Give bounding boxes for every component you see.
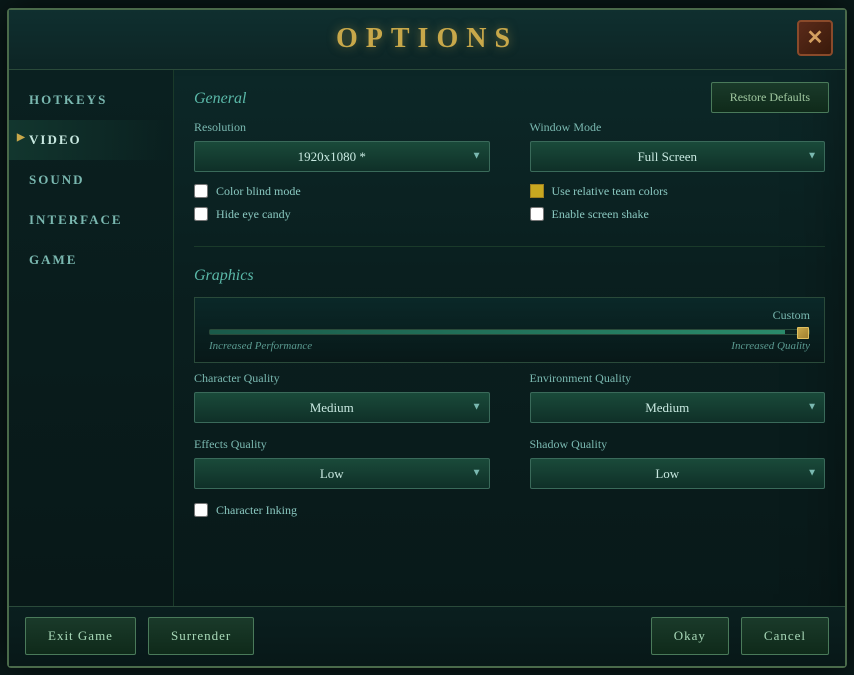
window-mode-select[interactable]: Full Screen: [530, 141, 826, 172]
exit-game-button[interactable]: Exit Game: [25, 617, 136, 655]
shadow-quality-wrap: Low ▼: [530, 458, 826, 489]
relative-team-label: Use relative team colors: [552, 184, 668, 199]
quality-ends-row: Increased Performance Increased Quality: [209, 340, 810, 352]
right-checkboxes: Use relative team colors Enable screen s…: [530, 184, 826, 230]
sidebar-item-sound[interactable]: SOUND: [9, 160, 173, 200]
quality-end-label: Increased Quality: [731, 340, 810, 352]
effects-quality-select[interactable]: Low: [194, 458, 490, 489]
title-bar: OPTIONS ✕: [9, 10, 845, 70]
shadow-quality-select[interactable]: Low: [530, 458, 826, 489]
color-blind-row: Color blind mode: [194, 184, 490, 199]
env-quality-wrap: Medium ▼: [530, 392, 826, 423]
left-checkboxes: Color blind mode Hide eye candy: [194, 184, 490, 230]
quality-slider-thumb[interactable]: [797, 327, 809, 339]
char-quality-select[interactable]: Medium: [194, 392, 490, 423]
quality-slider-track[interactable]: [209, 329, 810, 335]
screen-shake-label[interactable]: Enable screen shake: [552, 207, 649, 222]
resolution-select[interactable]: 1920x1080 *: [194, 141, 490, 172]
modal-body: HOTKEYS VIDEO SOUND INTERFACE GAME Resto…: [9, 70, 845, 606]
window-mode-label: Window Mode: [530, 120, 826, 135]
surrender-button[interactable]: Surrender: [148, 617, 254, 655]
close-button[interactable]: ✕: [797, 20, 833, 56]
window-mode-dropdown-wrap: Full Screen ▼: [530, 141, 826, 172]
modal-title: OPTIONS: [336, 23, 518, 55]
quality-preset-row: Custom: [209, 308, 810, 323]
sidebar-item-interface[interactable]: INTERFACE: [9, 200, 173, 240]
quality-preset-label: Custom: [773, 308, 810, 323]
okay-button[interactable]: Okay: [651, 617, 729, 655]
res-windowmode-row: Resolution 1920x1080 * ▼ Window Mode Ful…: [194, 120, 825, 172]
shadow-quality-label: Shadow Quality: [530, 437, 826, 452]
options-modal: OPTIONS ✕ HOTKEYS VIDEO SOUND INTERFACE …: [7, 8, 847, 668]
hide-eye-label[interactable]: Hide eye candy: [216, 207, 291, 222]
checkboxes-row: Color blind mode Hide eye candy Use rela…: [194, 184, 825, 230]
char-inking-label[interactable]: Character Inking: [216, 503, 297, 518]
shadow-quality-col: Shadow Quality Low ▼: [530, 437, 826, 489]
sidebar: HOTKEYS VIDEO SOUND INTERFACE GAME: [9, 70, 174, 606]
cancel-button[interactable]: Cancel: [741, 617, 829, 655]
relative-team-icon: [530, 184, 544, 198]
content-area: Restore Defaults General Resolution 1920…: [174, 70, 845, 606]
hide-eye-row: Hide eye candy: [194, 207, 490, 222]
color-blind-checkbox[interactable]: [194, 184, 208, 198]
bottom-bar: Exit Game Surrender Okay Cancel: [9, 606, 845, 666]
effects-quality-wrap: Low ▼: [194, 458, 490, 489]
hide-eye-checkbox[interactable]: [194, 207, 208, 221]
relative-team-row: Use relative team colors: [530, 184, 826, 199]
resolution-label: Resolution: [194, 120, 490, 135]
quality-slider-fill: [210, 330, 785, 334]
sidebar-item-hotkeys[interactable]: HOTKEYS: [9, 80, 173, 120]
perf-label: Increased Performance: [209, 340, 312, 352]
char-quality-col: Character Quality Medium ▼: [194, 371, 490, 423]
sidebar-item-video[interactable]: VIDEO: [9, 120, 173, 160]
env-quality-col: Environment Quality Medium ▼: [530, 371, 826, 423]
effects-quality-col: Effects Quality Low ▼: [194, 437, 490, 489]
env-quality-select[interactable]: Medium: [530, 392, 826, 423]
char-quality-wrap: Medium ▼: [194, 392, 490, 423]
quality-dropdowns-grid: Character Quality Medium ▼ Environment Q…: [194, 371, 825, 489]
char-inking-row: Character Inking: [194, 503, 825, 518]
window-mode-col: Window Mode Full Screen ▼: [530, 120, 826, 172]
screen-shake-checkbox[interactable]: [530, 207, 544, 221]
effects-quality-label: Effects Quality: [194, 437, 490, 452]
resolution-col: Resolution 1920x1080 * ▼: [194, 120, 490, 172]
quality-slider-wrap: Custom Increased Performance Increased Q…: [194, 297, 825, 363]
char-quality-label: Character Quality: [194, 371, 490, 386]
env-quality-label: Environment Quality: [530, 371, 826, 386]
color-blind-label[interactable]: Color blind mode: [216, 184, 301, 199]
restore-defaults-button[interactable]: Restore Defaults: [711, 82, 829, 113]
screen-shake-row: Enable screen shake: [530, 207, 826, 222]
sidebar-item-game[interactable]: GAME: [9, 240, 173, 280]
resolution-dropdown-wrap: 1920x1080 * ▼: [194, 141, 490, 172]
graphics-section: Graphics Custom Increased Performance In…: [194, 246, 825, 518]
char-inking-checkbox[interactable]: [194, 503, 208, 517]
graphics-section-title: Graphics: [194, 267, 825, 285]
